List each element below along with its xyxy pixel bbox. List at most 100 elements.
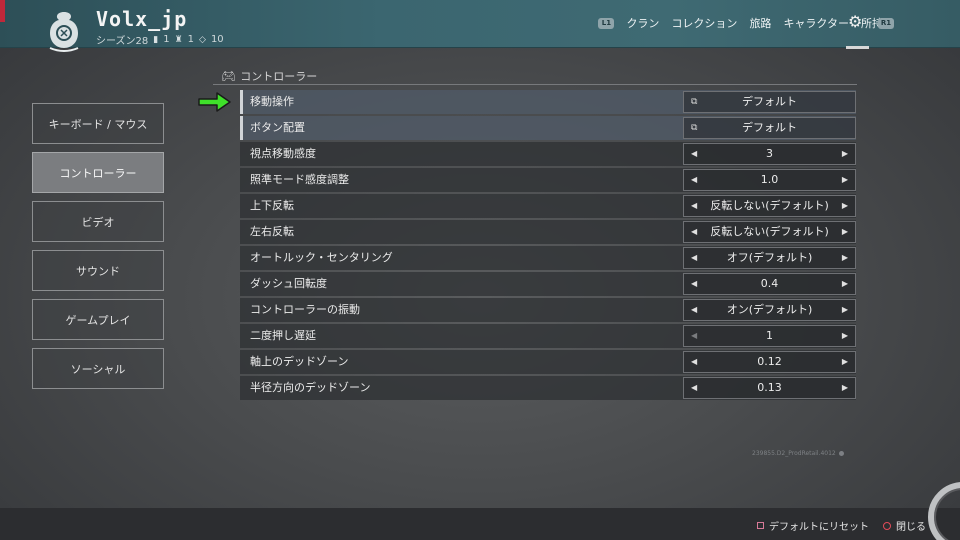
- increment-arrow-icon[interactable]: ▶: [842, 196, 848, 216]
- increment-arrow-icon[interactable]: ▶: [842, 378, 848, 398]
- setting-value: 3: [766, 147, 773, 160]
- build-version: 239855.D2_ProdRetail.4012: [752, 450, 836, 457]
- setting-label: 軸上のデッドゾーン: [250, 355, 349, 368]
- active-tab-indicator: [846, 46, 869, 49]
- setting-stepper[interactable]: ◀ ▶ オフ(デフォルト): [683, 247, 856, 269]
- decrement-arrow-icon[interactable]: ◀: [691, 170, 697, 190]
- setting-stepper[interactable]: ◀ ▶ 0.4: [683, 273, 856, 295]
- gear-icon[interactable]: ⚙: [848, 13, 862, 31]
- setting-row[interactable]: ダッシュ回転度 ◀ ▶ 0.4: [240, 272, 856, 296]
- setting-row[interactable]: 上下反転 ◀ ▶ 反転しない(デフォルト): [240, 194, 856, 218]
- setting-value: 1: [766, 329, 773, 342]
- nav-item-character[interactable]: キャラクター: [783, 15, 849, 31]
- menu-item-video[interactable]: ビデオ: [32, 201, 164, 242]
- decrement-arrow-icon[interactable]: ◀: [691, 248, 697, 268]
- setting-label: 二度押し遅延: [250, 329, 316, 342]
- guardian-rank-icon: ▮: [153, 34, 159, 45]
- circle-button-icon: [883, 521, 891, 530]
- setting-row[interactable]: 左右反転 ◀ ▶ 反転しない(デフォルト): [240, 220, 856, 244]
- setting-label: コントローラーの振動: [250, 303, 360, 316]
- setting-link-button[interactable]: ⧉ デフォルト: [683, 117, 856, 139]
- nav-item-clan[interactable]: クラン: [626, 15, 659, 31]
- setting-label: ダッシュ回転度: [250, 277, 327, 290]
- setting-label: オートルック・センタリング: [250, 251, 393, 264]
- setting-stepper[interactable]: ◀ ▶ 1.0: [683, 169, 856, 191]
- increment-arrow-icon[interactable]: ▶: [842, 222, 848, 242]
- increment-arrow-icon[interactable]: ▶: [842, 300, 848, 320]
- decrement-arrow-icon[interactable]: ◀: [691, 378, 697, 398]
- setting-stepper[interactable]: ◀ ▶ 反転しない(デフォルト): [683, 195, 856, 217]
- nav-item-journey[interactable]: 旅路: [749, 15, 771, 31]
- decrement-arrow-icon[interactable]: ◀: [691, 326, 697, 346]
- setting-stepper[interactable]: ◀ ▶ 3: [683, 143, 856, 165]
- decrement-arrow-icon[interactable]: ◀: [691, 352, 697, 372]
- setting-value: オン(デフォルト): [726, 303, 813, 316]
- setting-link-button[interactable]: ⧉ デフォルト: [683, 91, 856, 113]
- setting-row[interactable]: コントローラーの振動 ◀ ▶ オン(デフォルト): [240, 298, 856, 322]
- setting-value: 0.4: [760, 277, 779, 290]
- close-label: 閉じる: [896, 522, 926, 533]
- setting-value: デフォルト: [742, 95, 797, 108]
- setting-value: オフ(デフォルト): [726, 251, 813, 264]
- setting-row[interactable]: 照準モード感度調整 ◀ ▶ 1.0: [240, 168, 856, 192]
- menu-item-controller[interactable]: コントローラー: [32, 152, 164, 193]
- increment-arrow-icon[interactable]: ▶: [842, 170, 848, 190]
- setting-stepper[interactable]: ◀ ▶ 0.13: [683, 377, 856, 399]
- reset-defaults-button[interactable]: デフォルトにリセット: [757, 518, 869, 533]
- increment-arrow-icon[interactable]: ▶: [842, 352, 848, 372]
- copy-icon: ⧉: [691, 123, 698, 133]
- menu-item-sound[interactable]: サウンド: [32, 250, 164, 291]
- l1-button-icon: L1: [598, 17, 615, 29]
- menu-item-keyboard-mouse[interactable]: キーボード / マウス: [32, 103, 164, 144]
- decrement-arrow-icon[interactable]: ◀: [691, 274, 697, 294]
- setting-stepper[interactable]: ◀ ▶ 反転しない(デフォルト): [683, 221, 856, 243]
- close-button[interactable]: 閉じる: [883, 518, 926, 533]
- square-button-icon: [757, 522, 764, 529]
- menu-item-social[interactable]: ソーシャル: [32, 348, 164, 389]
- diamond-icon: ◇: [199, 34, 206, 45]
- setting-row[interactable]: 移動操作 ⧉ デフォルト: [240, 90, 856, 114]
- decrement-arrow-icon[interactable]: ◀: [691, 222, 697, 242]
- setting-label: 視点移動感度: [250, 147, 316, 160]
- decrement-arrow-icon[interactable]: ◀: [691, 196, 697, 216]
- setting-row[interactable]: 半径方向のデッドゾーン ◀ ▶ 0.13: [240, 376, 856, 400]
- build-info: 239855.D2_ProdRetail.4012: [752, 450, 844, 457]
- setting-stepper[interactable]: ◀ ▶ 1: [683, 325, 856, 347]
- increment-arrow-icon[interactable]: ▶: [842, 326, 848, 346]
- status-dot: [838, 451, 844, 456]
- setting-label: ボタン配置: [250, 121, 305, 134]
- r1-button-icon: R1: [878, 18, 894, 29]
- decrement-arrow-icon[interactable]: ◀: [691, 144, 697, 164]
- footer-actions: デフォルトにリセット 閉じる: [757, 518, 926, 533]
- player-meta: シーズン28 ▮ 1 ♜ 1 ◇ 10: [96, 32, 224, 47]
- decrement-arrow-icon[interactable]: ◀: [691, 300, 697, 320]
- setting-row[interactable]: 軸上のデッドゾーン ◀ ▶ 0.12: [240, 350, 856, 374]
- copy-icon: ⧉: [691, 97, 698, 107]
- setting-row[interactable]: オートルック・センタリング ◀ ▶ オフ(デフォルト): [240, 246, 856, 270]
- setting-row[interactable]: ボタン配置 ⧉ デフォルト: [240, 116, 856, 140]
- gamepad-icon: 🎮︎: [221, 69, 237, 83]
- setting-value: 0.12: [757, 355, 782, 368]
- menu-item-gameplay[interactable]: ゲームプレイ: [32, 299, 164, 340]
- setting-stepper[interactable]: ◀ ▶ 0.12: [683, 351, 856, 373]
- trophy-icon: ♜: [174, 34, 183, 45]
- increment-arrow-icon[interactable]: ▶: [842, 144, 848, 164]
- reset-defaults-label: デフォルトにリセット: [769, 522, 869, 533]
- increment-arrow-icon[interactable]: ▶: [842, 248, 848, 268]
- setting-label: 半径方向のデッドゾーン: [250, 381, 371, 394]
- nav-item-collection[interactable]: コレクション: [671, 15, 737, 31]
- section-title: コントローラー: [240, 70, 318, 83]
- hold-progress-ring-icon: [928, 482, 960, 540]
- setting-label: 左右反転: [250, 225, 294, 238]
- setting-stepper[interactable]: ◀ ▶ オン(デフォルト): [683, 299, 856, 321]
- green-arrow-pointer: [198, 92, 231, 112]
- stat-1: 1: [163, 34, 170, 45]
- setting-label: 上下反転: [250, 199, 294, 212]
- player-name: Volx_jp: [96, 7, 188, 31]
- setting-value: 反転しない(デフォルト): [710, 225, 829, 238]
- setting-label: 移動操作: [250, 95, 294, 108]
- setting-value: 1.0: [760, 173, 779, 186]
- setting-row[interactable]: 視点移動感度 ◀ ▶ 3: [240, 142, 856, 166]
- increment-arrow-icon[interactable]: ▶: [842, 274, 848, 294]
- setting-row[interactable]: 二度押し遅延 ◀ ▶ 1: [240, 324, 856, 348]
